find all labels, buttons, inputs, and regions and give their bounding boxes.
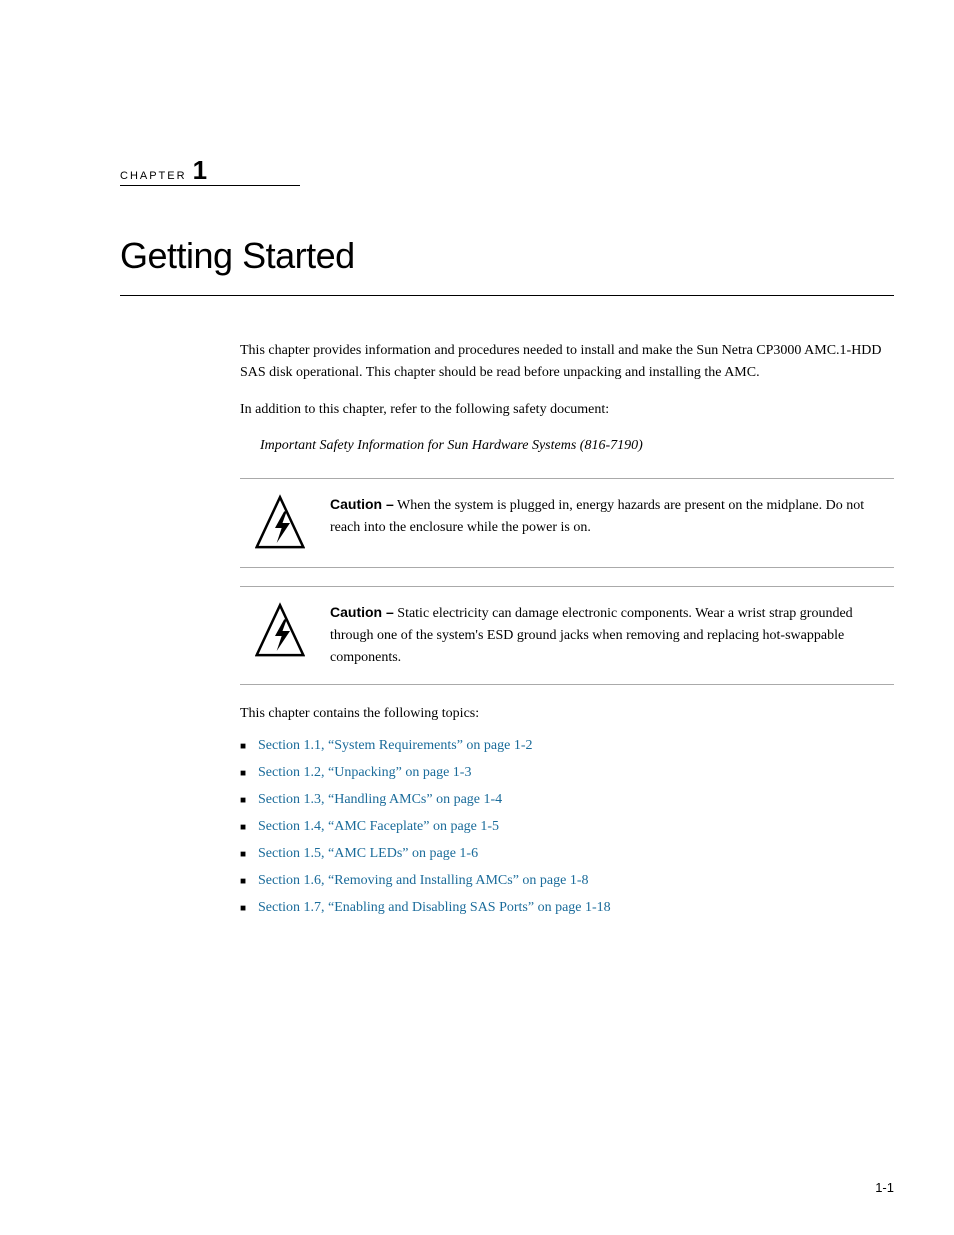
bullet-icon: ■ [240,874,250,889]
list-item: ■ Section 1.7, “Enabling and Disabling S… [240,897,894,918]
caution-text-2: Caution – Static electricity can damage … [330,601,894,670]
caution-text-1: Caution – When the system is plugged in,… [330,493,894,540]
caution-body-1: When the system is plugged in, energy ha… [330,498,864,535]
topic-link-2[interactable]: Section 1.2, “Unpacking” on page 1-3 [258,762,471,783]
caution-box-1: Caution – When the system is plugged in,… [240,478,894,568]
topic-link-3[interactable]: Section 1.3, “Handling AMCs” on page 1-4 [258,789,502,810]
bullet-icon: ■ [240,766,250,781]
topic-link-6[interactable]: Section 1.6, “Removing and Installing AM… [258,870,589,891]
title-area: Getting Started [120,235,894,296]
list-item: ■ Section 1.1, “System Requirements” on … [240,735,894,756]
list-item: ■ Section 1.6, “Removing and Installing … [240,870,894,891]
caution-body-2: Static electricity can damage electronic… [330,606,853,666]
chapter-number: 1 [193,155,207,186]
intro-paragraph-1: This chapter provides information and pr… [240,340,894,385]
list-item: ■ Section 1.5, “AMC LEDs” on page 1-6 [240,843,894,864]
title-rule [120,295,894,296]
caution-icon-1 [240,493,320,553]
bullet-icon: ■ [240,793,250,808]
bullet-icon: ■ [240,739,250,754]
topics-list: ■ Section 1.1, “System Requirements” on … [240,735,894,918]
bullet-icon: ■ [240,820,250,835]
topic-link-7[interactable]: Section 1.7, “Enabling and Disabling SAS… [258,897,611,918]
list-item: ■ Section 1.4, “AMC Faceplate” on page 1… [240,816,894,837]
page-title: Getting Started [120,235,894,277]
topic-link-1[interactable]: Section 1.1, “System Requirements” on pa… [258,735,533,756]
page-number: 1-1 [875,1180,894,1195]
topics-intro: This chapter contains the following topi… [240,703,894,725]
topic-link-5[interactable]: Section 1.5, “AMC LEDs” on page 1-6 [258,843,478,864]
bullet-icon: ■ [240,901,250,916]
bullet-icon: ■ [240,847,250,862]
intro-paragraph-2: In addition to this chapter, refer to th… [240,399,894,421]
chapter-label: Chapter 1 [120,155,207,186]
content-area: This chapter provides information and pr… [240,340,894,924]
chapter-word: Chapter [120,170,187,182]
topic-link-4[interactable]: Section 1.4, “AMC Faceplate” on page 1-5 [258,816,499,837]
caution-label-1: Caution – [330,496,394,512]
caution-label-2: Caution – [330,604,394,620]
caution-icon-2 [240,601,320,661]
chapter-rule [120,185,300,186]
page: Chapter 1 Getting Started This chapter p… [0,0,954,1235]
list-item: ■ Section 1.3, “Handling AMCs” on page 1… [240,789,894,810]
list-item: ■ Section 1.2, “Unpacking” on page 1-3 [240,762,894,783]
caution-box-2: Caution – Static electricity can damage … [240,586,894,685]
safety-reference: Important Safety Information for Sun Har… [260,435,894,457]
